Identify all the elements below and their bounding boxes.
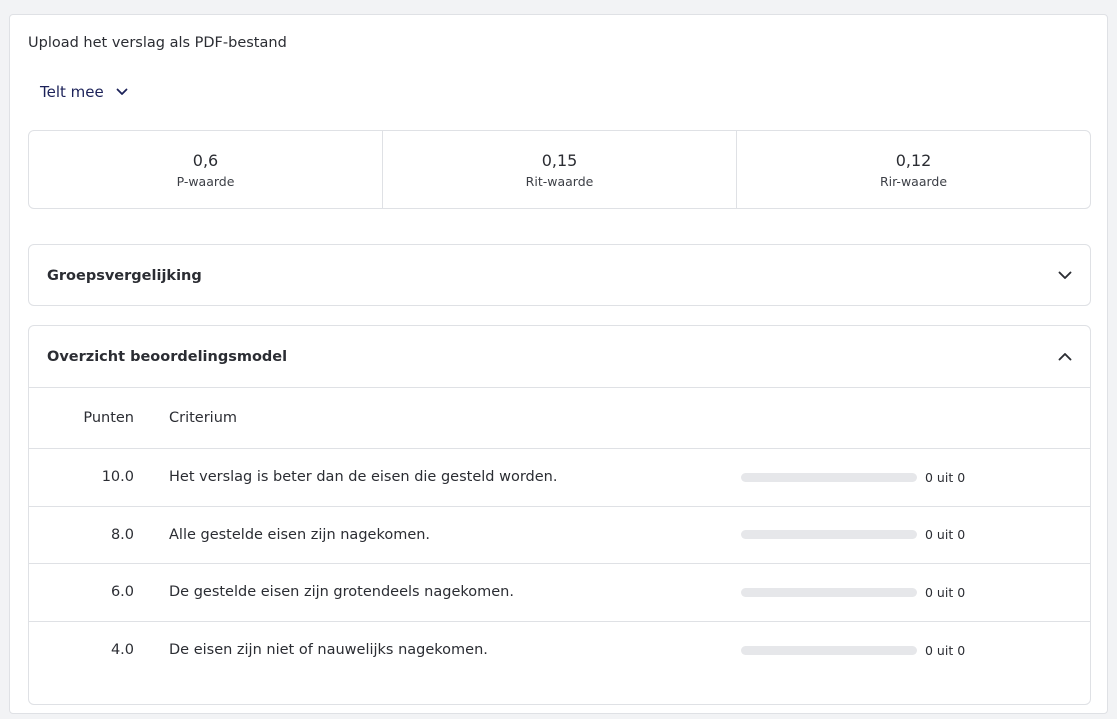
upload-instruction: Upload het verslag als PDF-bestand (28, 35, 287, 51)
row-count: 0 uit 0 (925, 469, 966, 485)
group-comparison-header[interactable]: Groepsvergelijking (29, 245, 1090, 305)
counts-toggle-button[interactable]: Telt mee (30, 77, 138, 107)
stat-label: Rir-waarde (879, 173, 948, 189)
chevron-down-icon (1058, 271, 1072, 280)
column-header-points: Punten (83, 410, 134, 426)
stat-label: P-waarde (176, 173, 235, 189)
progress-bar (741, 587, 917, 597)
stat-rit-value: 0,15 Rit-waarde (383, 131, 737, 208)
group-comparison-panel: Groepsvergelijking (28, 244, 1091, 306)
stat-value: 0,15 (541, 150, 578, 170)
group-comparison-title: Groepsvergelijking (47, 267, 202, 284)
stat-rir-value: 0,12 Rir-waarde (737, 131, 1090, 208)
statistics-bar: 0,6 P-waarde 0,15 Rit-waarde 0,12 Rir-wa… (28, 130, 1091, 209)
stat-value: 0,6 (192, 150, 219, 170)
overview-header[interactable]: Overzicht beoordelingsmodel (29, 326, 1090, 388)
row-criterion: De eisen zijn niet of nauwelijks nagekom… (169, 642, 488, 659)
row-criterion: De gestelde eisen zijn grotendeels nagek… (169, 584, 514, 601)
chevron-down-icon (116, 88, 128, 96)
row-criterion: Het verslag is beter dan de eisen die ge… (169, 469, 558, 486)
stat-p-value: 0,6 P-waarde (29, 131, 383, 208)
table-row: 8.0 Alle gestelde eisen zijn nagekomen. 0 … (29, 507, 1090, 564)
row-points: 4.0 (110, 642, 134, 659)
table-row: 6.0 De gestelde eisen zijn grotendeels na… (29, 564, 1090, 622)
table-row: 4.0 De eisen zijn niet of nauwelijks nage… (29, 622, 1090, 680)
assignment-card: Upload het verslag als PDF-bestand Telt … (9, 14, 1108, 714)
row-criterion: Alle gestelde eisen zijn nagekomen. (169, 526, 431, 543)
row-points: 10.0 (101, 469, 134, 486)
chevron-up-icon (1058, 352, 1072, 361)
progress-bar (741, 530, 917, 540)
row-count: 0 uit 0 (925, 584, 966, 600)
table-row: 10.0 Het verslag is beter dan de eisen di… (29, 449, 1090, 507)
row-points: 8.0 (110, 526, 134, 543)
stat-value: 0,12 (895, 150, 932, 170)
row-count: 0 uit 0 (925, 527, 966, 543)
row-points: 6.0 (110, 584, 134, 601)
progress-bar (741, 472, 917, 482)
overview-panel: Overzicht beoordelingsmodel Punten Crite… (28, 325, 1091, 705)
row-count: 0 uit 0 (925, 642, 966, 658)
column-header-criterion: Criterium (169, 410, 238, 426)
table-body: 10.0 Het verslag is beter dan de eisen di… (29, 449, 1090, 679)
counts-toggle-label: Telt mee (40, 83, 104, 101)
overview-title: Overzicht beoordelingsmodel (47, 348, 288, 365)
table-header: Punten Criterium (29, 388, 1090, 449)
progress-bar (741, 645, 917, 655)
stat-label: Rit-waarde (525, 173, 594, 189)
